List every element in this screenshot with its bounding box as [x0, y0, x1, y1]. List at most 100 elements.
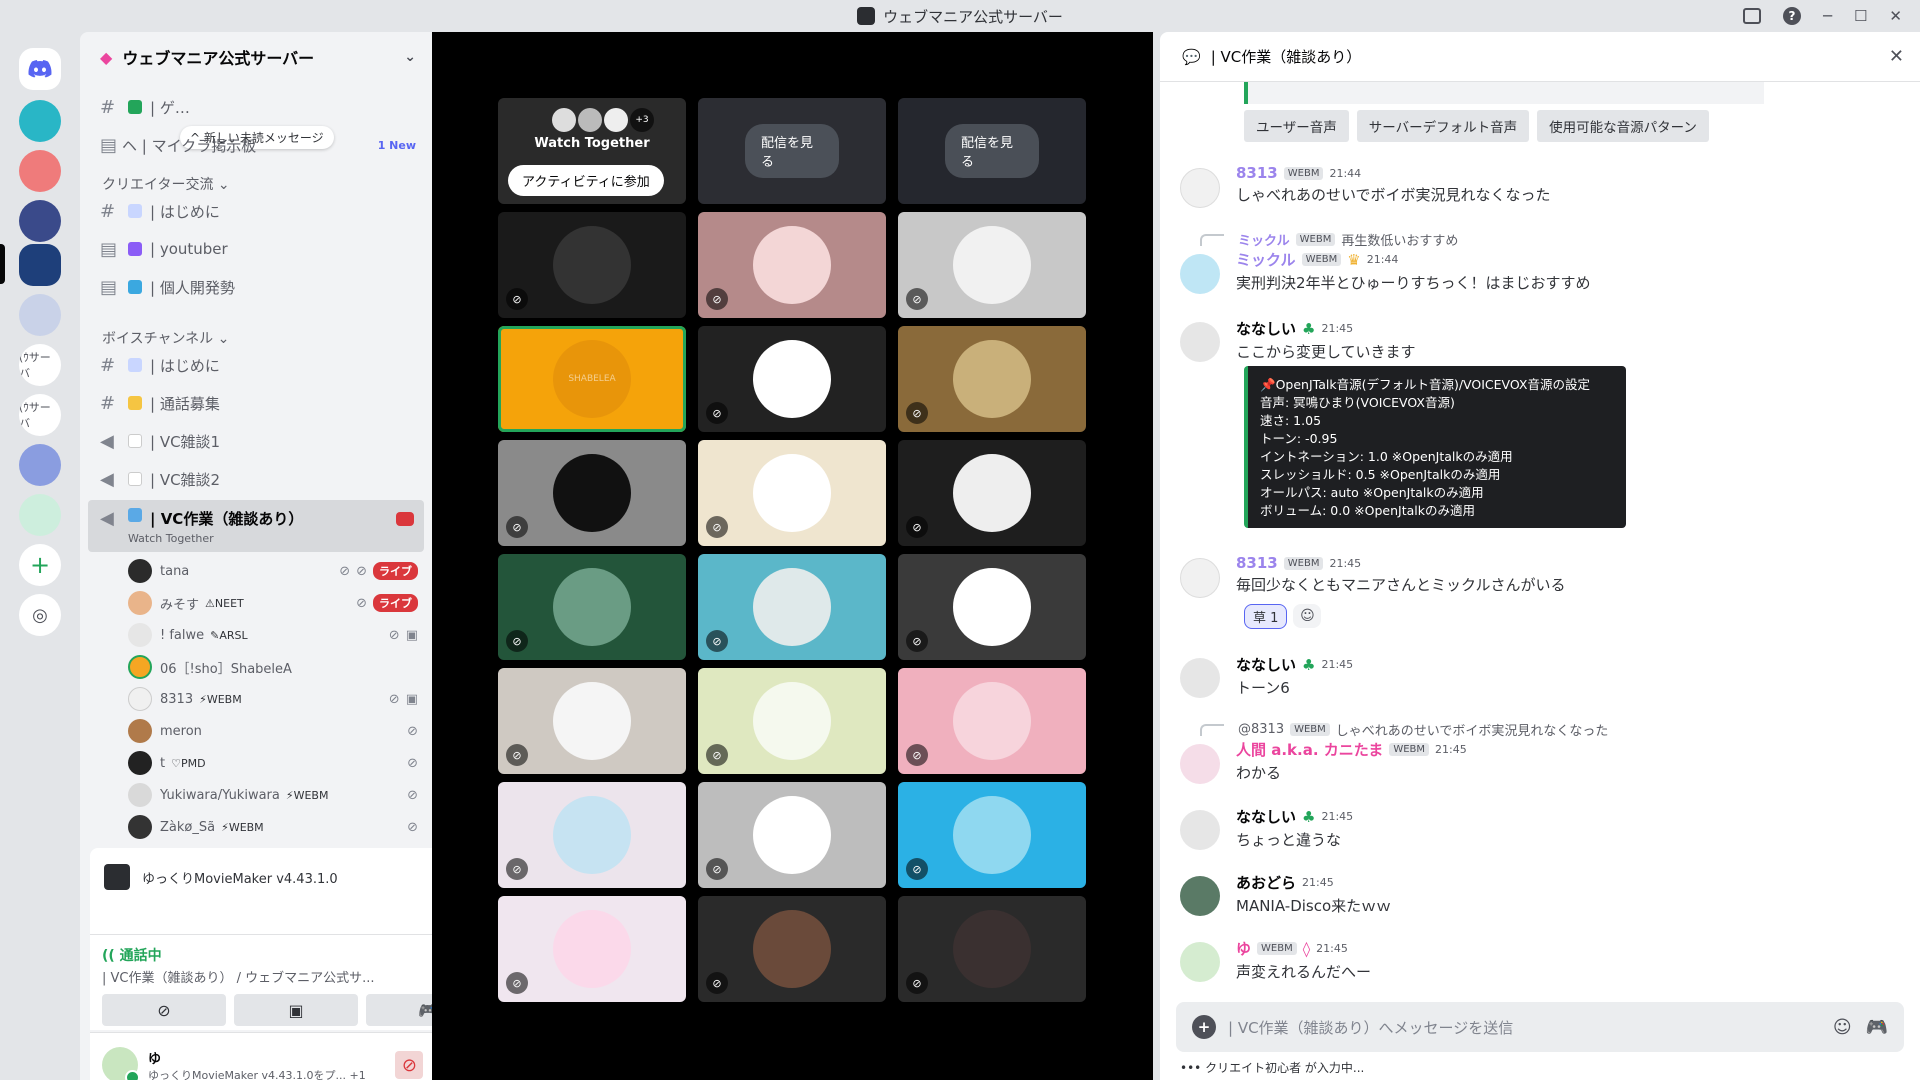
- minimize-icon[interactable]: ─: [1823, 7, 1832, 25]
- close-icon[interactable]: ✕: [1889, 46, 1904, 67]
- voice-member[interactable]: t ♡PMD ⊘: [128, 748, 418, 778]
- voice-member[interactable]: tana ⊘ ⊘ ライブ: [128, 556, 418, 586]
- screen-share-button[interactable]: ▣: [234, 994, 358, 1026]
- server-text-icon-1[interactable]: (ｳサーバ: [19, 344, 61, 386]
- user-tile[interactable]: ⊘: [498, 212, 686, 318]
- author-name[interactable]: 8313: [1236, 164, 1278, 182]
- channel-item-vc-work-active[interactable]: ◀ | VC作業（雑談あり） Watch Together: [88, 500, 424, 552]
- user-tile-speaking[interactable]: SHABELEA: [498, 326, 686, 432]
- voice-connected-status[interactable]: (( 通話中: [102, 945, 375, 965]
- watch-stream-button[interactable]: 配信を見る: [945, 124, 1039, 178]
- voice-member[interactable]: Zàkø_Sã ⚡WEBM ⊘: [128, 812, 418, 842]
- server-header[interactable]: ◆ ウェブマニア公式サーバー ⌄: [80, 32, 432, 82]
- mute-toggle-icon[interactable]: ⊘: [395, 1051, 424, 1079]
- user-tile[interactable]: ⊘: [898, 668, 1086, 774]
- user-tile[interactable]: ⊘: [498, 782, 686, 888]
- avatar[interactable]: [1180, 558, 1220, 598]
- author-name[interactable]: ゆ: [1236, 938, 1251, 959]
- voice-member[interactable]: 06［!sho］ShabeleA: [128, 652, 418, 682]
- avatar[interactable]: [1180, 168, 1220, 208]
- category-voice[interactable]: ボイスチャンネル ⌄: [102, 328, 229, 348]
- user-voice-button[interactable]: ユーザー音声: [1244, 110, 1349, 142]
- user-tile[interactable]: ⊘: [698, 326, 886, 432]
- user-tile[interactable]: ⊘: [898, 440, 1086, 546]
- channel-item-minecraft-forum[interactable]: ▤ ヘ | マイクラ掲示板 1 New: [88, 128, 424, 162]
- avatar[interactable]: [1180, 810, 1220, 850]
- user-tile[interactable]: ⊘: [498, 554, 686, 660]
- avatar[interactable]: [1180, 322, 1220, 362]
- camera-off-button[interactable]: ⊘: [102, 994, 226, 1026]
- user-tile[interactable]: ⊘: [898, 326, 1086, 432]
- reaction-chip[interactable]: 草 1: [1244, 604, 1288, 629]
- user-tile[interactable]: ⊘: [698, 896, 886, 1002]
- avatar[interactable]: [1180, 876, 1220, 916]
- avatar[interactable]: [1180, 942, 1220, 982]
- author-name[interactable]: 8313: [1236, 554, 1278, 572]
- author-name[interactable]: ななしい: [1236, 318, 1296, 339]
- voice-member[interactable]: ! falwe ✎ARSL ⊘ ▣: [128, 620, 418, 650]
- user-tile[interactable]: ⊘: [898, 782, 1086, 888]
- avatar[interactable]: [1180, 744, 1220, 784]
- server-icon-5[interactable]: [19, 294, 61, 336]
- inbox-icon[interactable]: [1742, 8, 1761, 24]
- author-name[interactable]: ミックル: [1236, 249, 1296, 270]
- user-tile[interactable]: ⊘: [498, 440, 686, 546]
- channel-item[interactable]: # | ゲ…: [88, 90, 424, 124]
- server-icon-1[interactable]: [19, 100, 61, 142]
- channel-item-hajimeni[interactable]: # | はじめに: [88, 194, 424, 228]
- maximize-icon[interactable]: ☐: [1854, 7, 1867, 25]
- user-tile[interactable]: ⊘: [698, 782, 886, 888]
- voice-member[interactable]: meron ⊘: [128, 716, 418, 746]
- server-text-icon-2[interactable]: (ｳサーバ: [19, 394, 61, 436]
- discover-button[interactable]: ◎: [19, 594, 61, 636]
- channel-item-recruit[interactable]: # | 通話募集: [88, 386, 424, 420]
- author-name[interactable]: 人間 a.k.a. カニたま: [1236, 739, 1383, 760]
- watch-stream-button[interactable]: 配信を見る: [745, 124, 839, 178]
- user-tile[interactable]: ⊘: [898, 554, 1086, 660]
- user-tile[interactable]: ⊘: [698, 212, 886, 318]
- voice-patterns-button[interactable]: 使用可能な音源パターン: [1537, 110, 1709, 142]
- author-name[interactable]: ななしい: [1236, 654, 1296, 675]
- voice-member[interactable]: Yukiwara/Yukiwara ⚡WEBM ⊘: [128, 780, 418, 810]
- channel-item-vc2[interactable]: ◀ | VC雑談2: [88, 462, 424, 496]
- user-tile[interactable]: ⊘: [698, 554, 886, 660]
- user-tile[interactable]: ⊘: [498, 668, 686, 774]
- user-avatar[interactable]: [102, 1047, 140, 1080]
- voice-member[interactable]: みそす ⚠NEET ⊘ ライブ: [128, 588, 418, 618]
- server-icon-2[interactable]: [19, 150, 61, 192]
- watch-together-tile[interactable]: +3 Watch Together アクティビティに参加: [498, 98, 686, 204]
- server-icon-9[interactable]: [19, 494, 61, 536]
- stream-tile[interactable]: 配信を見る: [898, 98, 1086, 204]
- server-icon-current[interactable]: [19, 244, 61, 286]
- server-default-voice-button[interactable]: サーバーデフォルト音声: [1356, 110, 1530, 142]
- avatar[interactable]: [1180, 254, 1220, 294]
- channel-item-voice-hajimeni[interactable]: # | はじめに: [88, 348, 424, 382]
- user-tile[interactable]: ⊘: [898, 896, 1086, 1002]
- voice-channel-line[interactable]: | VC作業（雑談あり） / ウェブマニア公式サ...: [102, 967, 375, 986]
- server-icon-3[interactable]: [19, 200, 61, 242]
- emoji-icon[interactable]: ☺: [1833, 1017, 1852, 1038]
- channel-item-vc1[interactable]: ◀ | VC雑談1: [88, 424, 424, 458]
- author-name[interactable]: あおどら: [1236, 872, 1296, 893]
- stream-tile[interactable]: 配信を見る: [698, 98, 886, 204]
- reply-reference[interactable]: ミックル WEBM 再生数低いおすすめ: [1236, 230, 1880, 249]
- message-input[interactable]: + | VC作業（雑談あり）へメッセージを送信 ☺ 🎮: [1176, 1002, 1904, 1052]
- user-tile[interactable]: ⊘: [498, 896, 686, 1002]
- channel-item-youtuber[interactable]: ▤ | youtuber: [88, 232, 424, 266]
- attach-plus-icon[interactable]: +: [1192, 1015, 1216, 1039]
- user-tile[interactable]: ⊘: [698, 440, 886, 546]
- category-creator[interactable]: クリエイター交流 ⌄: [102, 174, 230, 194]
- add-server-button[interactable]: +: [19, 544, 61, 586]
- author-name[interactable]: ななしい: [1236, 806, 1296, 827]
- gamepad-icon[interactable]: 🎮: [1866, 1017, 1888, 1038]
- avatar[interactable]: [1180, 658, 1220, 698]
- reply-reference[interactable]: @8313 WEBM しゃべれあのせいでボイボ実況見れなくなった: [1236, 720, 1880, 739]
- join-activity-button[interactable]: アクティビティに参加: [508, 165, 664, 196]
- channel-item-indie-dev[interactable]: ▤ | 個人開発勢: [88, 270, 424, 304]
- close-window-icon[interactable]: ✕: [1889, 7, 1902, 25]
- server-icon-8[interactable]: [19, 444, 61, 486]
- user-tile[interactable]: ⊘: [698, 668, 886, 774]
- home-button[interactable]: [19, 48, 61, 90]
- voice-member[interactable]: 8313 ⚡WEBM ⊘ ▣: [128, 684, 418, 714]
- user-tile[interactable]: ⊘: [898, 212, 1086, 318]
